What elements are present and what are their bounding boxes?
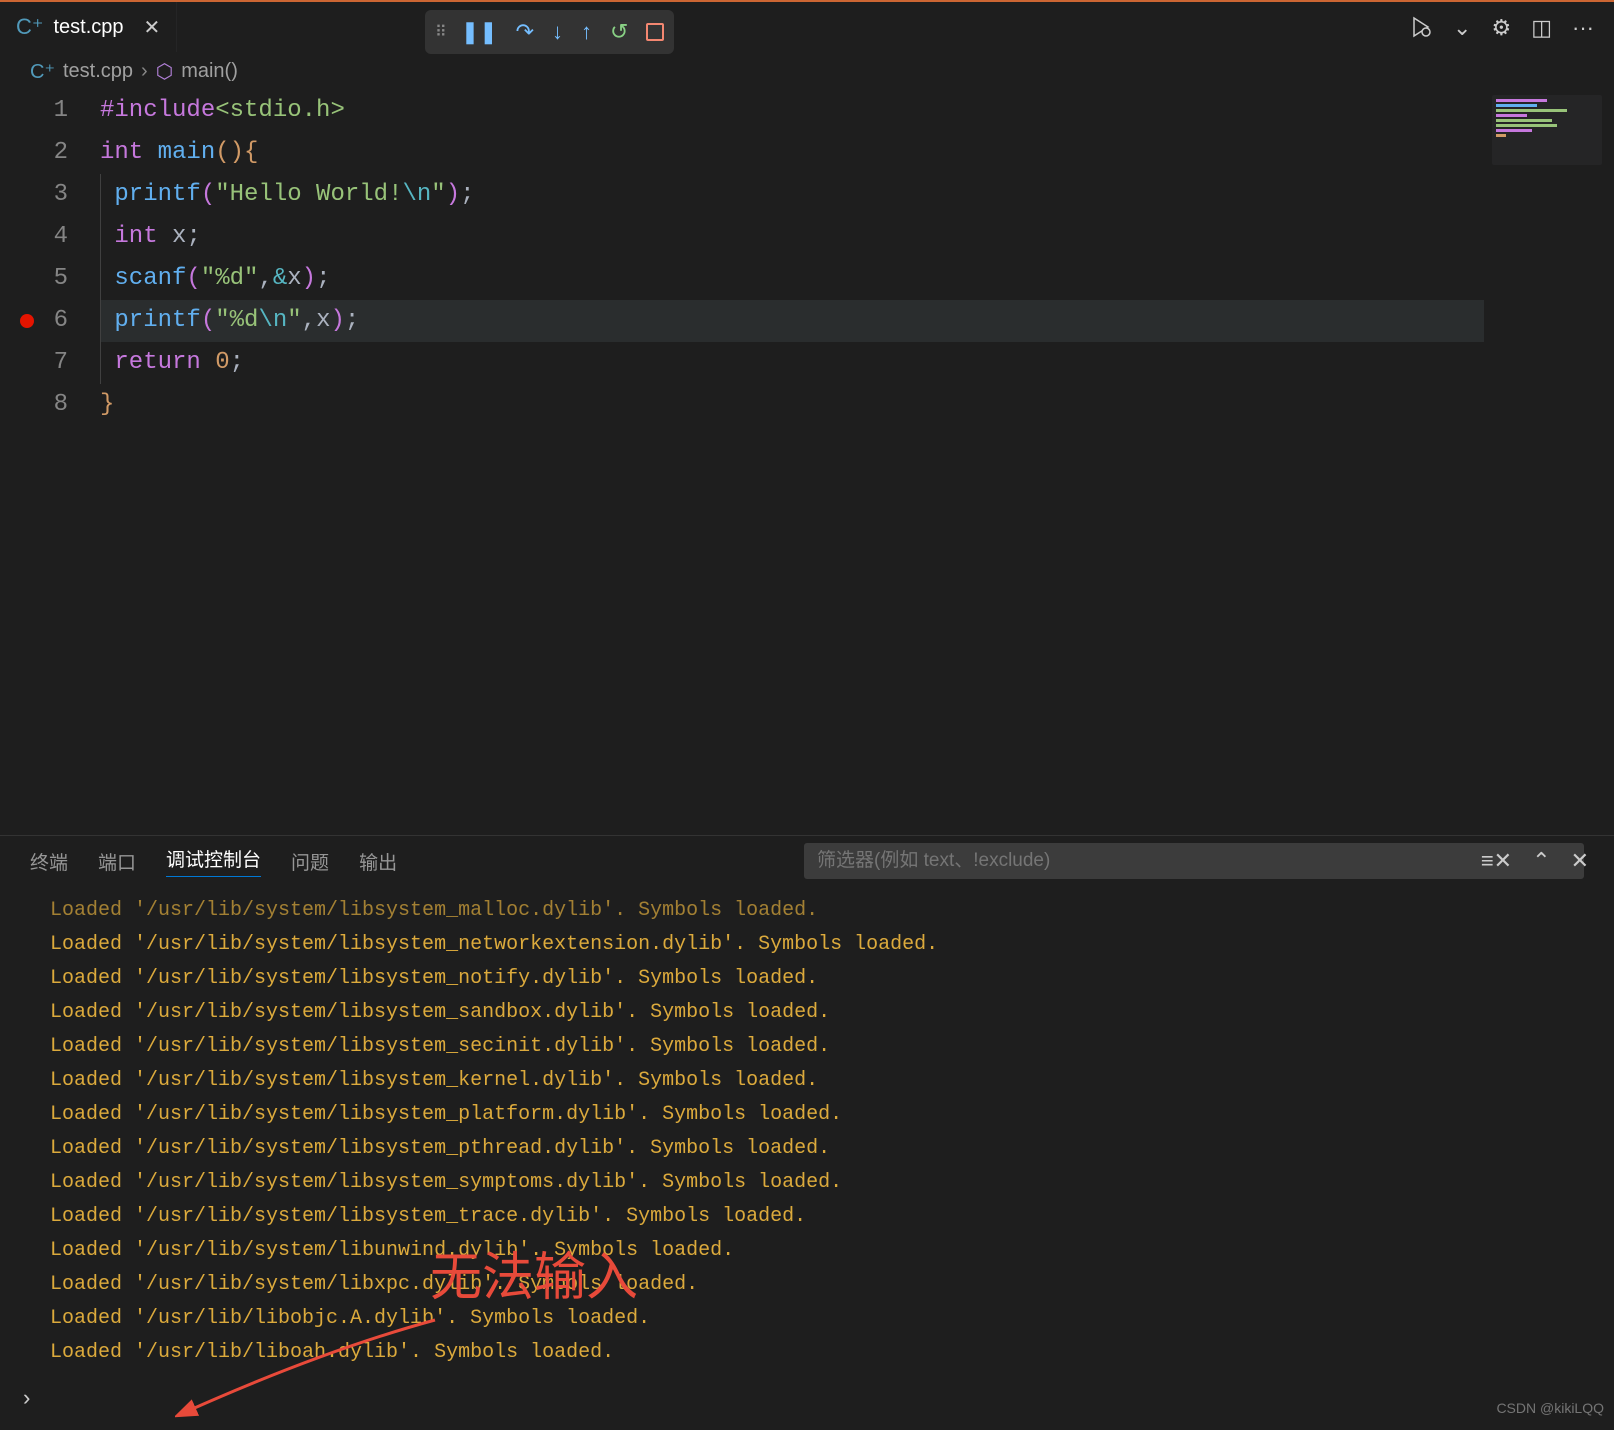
debug-toolbar: ⠿ ❚❚ ↷ ↓ ↑ ↺ [425,10,674,54]
split-editor-icon[interactable]: ◫ [1531,15,1552,45]
step-into-icon[interactable]: ↓ [552,19,563,45]
console-line: Loaded '/usr/lib/system/libsystem_kernel… [50,1064,1564,1098]
line-number: 7 [0,342,68,384]
chevron-right-icon: › [141,60,148,83]
run-debug-icon[interactable] [1409,15,1433,45]
console-line: Loaded '/usr/lib/system/libunwind.dylib'… [50,1234,1564,1268]
panel-actions: ≡✕ ⌃ ✕ [1481,848,1589,874]
line-gutter: 1 2 3 4 5 6 7 8 [0,90,100,426]
tab-filename: test.cpp [54,16,124,39]
code-line: printf("Hello World!\n"); [100,174,1614,216]
console-line: Loaded '/usr/lib/system/libsystem_secini… [50,1030,1564,1064]
line-number: 2 [0,132,68,174]
line-number: 1 [0,90,68,132]
code-line: int main(){ [100,132,1614,174]
breadcrumb-file[interactable]: test.cpp [63,60,133,83]
bottom-panel: 终端 端口 调试控制台 问题 输出 ≡✕ ⌃ ✕ Loaded '/usr/li… [0,835,1614,1422]
chevron-down-icon[interactable]: ⌄ [1453,15,1471,45]
code-line: scanf("%d",&x); [100,258,1614,300]
editor-tab[interactable]: C⁺ test.cpp ✕ [0,2,177,52]
tab-problems[interactable]: 问题 [291,848,329,875]
cpp-file-icon: C⁺ [30,59,55,84]
tab-output[interactable]: 输出 [359,848,397,875]
console-line: Loaded '/usr/lib/system/libsystem_networ… [50,928,1564,962]
minimap[interactable] [1492,95,1602,165]
chevron-up-icon[interactable]: ⌃ [1532,848,1550,874]
console-line: Loaded '/usr/lib/system/libsystem_trace.… [50,1200,1564,1234]
gear-icon[interactable]: ⚙ [1491,15,1511,45]
more-icon[interactable]: ··· [1572,15,1594,45]
console-line: Loaded '/usr/lib/system/libxpc.dylib'. S… [50,1268,1564,1302]
grip-icon[interactable]: ⠿ [435,22,443,42]
code-line: #include<stdio.h> [100,90,1614,132]
tab-terminal[interactable]: 终端 [30,848,68,875]
console-line: Loaded '/usr/lib/system/libsystem_notify… [50,962,1564,996]
editor-actions: ⌄ ⚙ ◫ ··· [1409,15,1594,45]
console-line: Loaded '/usr/lib/system/libsystem_platfo… [50,1098,1564,1132]
restart-icon[interactable]: ↺ [610,19,628,45]
console-line: Loaded '/usr/lib/system/libsystem_sandbo… [50,996,1564,1030]
code-line: } [100,384,1614,426]
symbol-method-icon: ⬡ [156,59,173,84]
step-over-icon[interactable]: ↷ [516,19,534,45]
code-line: int x; [100,216,1614,258]
close-icon[interactable]: ✕ [144,15,161,40]
console-line: Loaded '/usr/lib/system/libsystem_pthrea… [50,1132,1564,1166]
close-panel-icon[interactable]: ✕ [1571,848,1589,874]
line-number: 5 [0,258,68,300]
console-line: Loaded '/usr/lib/system/libsystem_malloc… [50,894,1564,928]
line-number: 4 [0,216,68,258]
breadcrumb-symbol[interactable]: main() [181,60,238,83]
stop-icon[interactable] [646,23,664,41]
watermark: CSDN @kikiLQQ [1496,1400,1604,1416]
tab-ports[interactable]: 端口 [98,848,136,875]
clear-console-icon[interactable]: ≡✕ [1481,848,1512,874]
code-line: return 0; [100,342,1614,384]
console-line: Loaded '/usr/lib/system/libsystem_sympto… [50,1166,1564,1200]
line-number: 6 [0,300,68,342]
title-bar: C⁺ test.cpp ✕ [0,0,1614,52]
cpp-file-icon: C⁺ [16,14,44,40]
pause-icon[interactable]: ❚❚ [461,19,498,45]
code-editor[interactable]: 1 2 3 4 5 6 7 8 #include<stdio.h> int ma… [0,90,1614,426]
repl-prompt-icon[interactable]: › [20,1387,33,1412]
panel-tabs: 终端 端口 调试控制台 问题 输出 ≡✕ ⌃ ✕ [0,836,1614,886]
filter-input[interactable] [804,843,1584,879]
code-content[interactable]: #include<stdio.h> int main(){ printf("He… [100,90,1614,426]
breadcrumb[interactable]: C⁺ test.cpp › ⬡ main() [0,52,1614,90]
tab-debug-console[interactable]: 调试控制台 [166,845,261,877]
step-out-icon[interactable]: ↑ [581,19,592,45]
breakpoint-icon[interactable] [20,314,34,328]
console-line: Loaded '/usr/lib/liboah.dylib'. Symbols … [50,1336,1564,1366]
console-line: Loaded '/usr/lib/libobjc.A.dylib'. Symbo… [50,1302,1564,1336]
debug-console-output[interactable]: Loaded '/usr/lib/system/libsystem_malloc… [0,886,1614,1366]
line-number: 3 [0,174,68,216]
line-number: 8 [0,384,68,426]
code-line-current: printf("%d\n",x); [100,300,1484,342]
